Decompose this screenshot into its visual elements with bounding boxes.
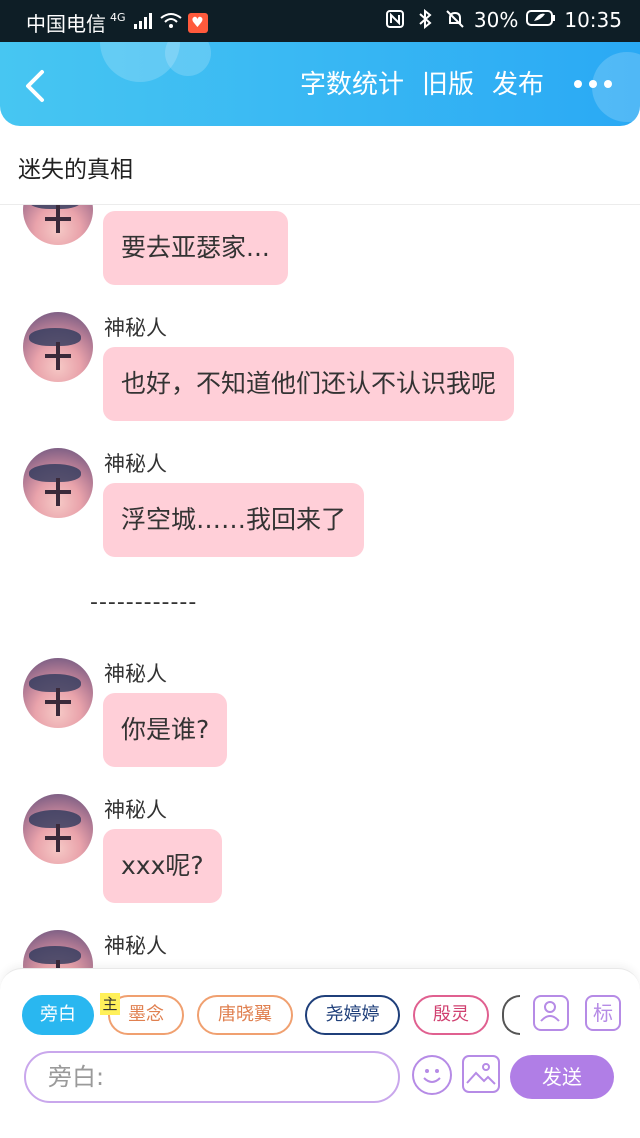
emoji-button[interactable] xyxy=(412,1055,452,1095)
character-manage-button[interactable] xyxy=(533,995,569,1031)
message-input[interactable] xyxy=(26,1053,398,1101)
message-bubble[interactable]: 浮空城……我回来了 xyxy=(103,483,365,557)
header-actions: 字数统计 旧版 发布 xyxy=(300,64,544,101)
app-notification-icon: ♥ xyxy=(187,12,208,33)
more-options-button[interactable] xyxy=(574,72,618,96)
sender-name: 神秘人 xyxy=(104,452,167,476)
image-icon xyxy=(466,1063,496,1085)
image-button[interactable] xyxy=(462,1055,500,1093)
avatar[interactable] xyxy=(23,930,93,968)
avatar[interactable] xyxy=(23,658,93,728)
sender-name: 神秘人 xyxy=(104,316,167,340)
avatar[interactable] xyxy=(23,312,93,382)
role-chip-yao-ting-ting[interactable]: 尧婷婷 xyxy=(305,995,400,1035)
role-selector: 旁白 墨念 主 唐晓翼 尧婷婷 殷灵 标 xyxy=(0,993,640,1039)
avatar[interactable] xyxy=(23,794,93,864)
role-chip-narration[interactable]: 旁白 xyxy=(22,995,94,1035)
story-title[interactable]: 迷失的真相 xyxy=(18,150,133,184)
battery-percent: 30% xyxy=(473,8,519,32)
sender-name: 神秘人 xyxy=(104,662,167,686)
bubble-decoration xyxy=(165,42,211,76)
role-chip-tang-xiao-yi[interactable]: 唐晓翼 xyxy=(197,995,293,1035)
chat-list[interactable]: 要去亚瑟家... 神秘人 也好，不知道他们还认不认识我呢 神秘人 浮空城……我回… xyxy=(0,205,640,968)
chevron-left-icon xyxy=(26,70,44,102)
scene-separator[interactable]: ------------ xyxy=(90,590,197,615)
network-type: 4G xyxy=(110,11,126,24)
message-input-wrapper xyxy=(24,1051,400,1103)
tag-button[interactable]: 标 xyxy=(585,995,621,1031)
top-app-bar: 字数统计 旧版 发布 xyxy=(0,42,640,126)
old-version-button[interactable]: 旧版 xyxy=(422,64,474,101)
battery-icon xyxy=(526,9,556,31)
back-button[interactable] xyxy=(16,66,56,106)
publish-button[interactable]: 发布 xyxy=(492,64,544,101)
nfc-icon xyxy=(384,9,406,31)
role-chip-yin-ling[interactable]: 殷灵 xyxy=(413,995,489,1035)
smiley-icon xyxy=(423,1069,441,1083)
signal-icon xyxy=(132,12,154,34)
sender-name: 神秘人 xyxy=(104,934,167,958)
send-button[interactable]: 发送 xyxy=(510,1055,614,1099)
message-bubble[interactable]: 要去亚瑟家... xyxy=(103,211,288,285)
sender-name: 神秘人 xyxy=(104,798,167,822)
role-chip-partial[interactable] xyxy=(502,995,520,1035)
message-bubble[interactable]: 你是谁? xyxy=(103,693,228,767)
more-dots-icon xyxy=(574,80,582,88)
person-icon xyxy=(540,1001,560,1022)
main-character-tag: 主 xyxy=(100,993,120,1015)
wifi-icon xyxy=(159,12,182,34)
bluetooth-icon xyxy=(414,8,436,31)
word-count-button[interactable]: 字数统计 xyxy=(300,64,404,101)
carrier-label: 中国电信 xyxy=(26,12,106,36)
message-bubble[interactable]: xxx呢? xyxy=(103,829,222,903)
avatar[interactable] xyxy=(23,448,93,518)
clock: 10:35 xyxy=(564,8,622,32)
mute-bell-icon xyxy=(444,9,466,31)
message-bubble[interactable]: 也好，不知道他们还认不认识我呢 xyxy=(103,347,515,421)
avatar[interactable] xyxy=(23,205,93,245)
status-bar: 中国电信 4G ♥ 30% 10:35 xyxy=(0,0,640,42)
composer-panel: 旁白 墨念 主 唐晓翼 尧婷婷 殷灵 标 发送 xyxy=(0,968,640,1138)
